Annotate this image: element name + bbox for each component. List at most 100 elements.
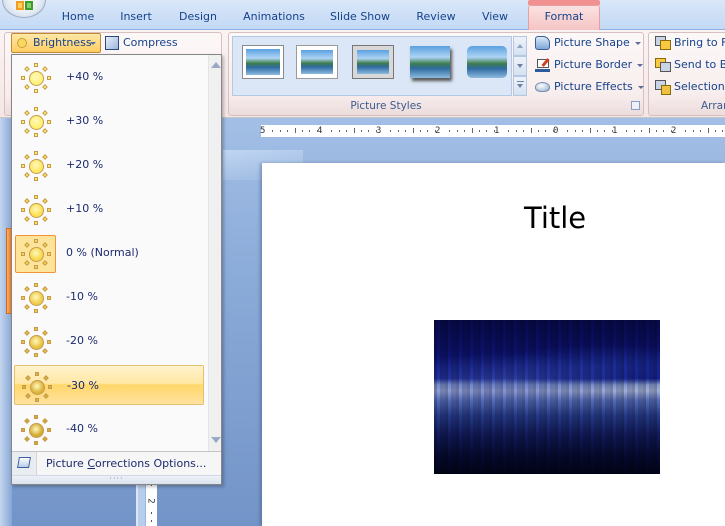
scroll-up-icon[interactable] (211, 62, 221, 68)
tab-view[interactable]: View (478, 8, 512, 30)
tab-home[interactable]: Home (58, 8, 98, 30)
brightness-option[interactable]: -20 % (14, 321, 204, 361)
picture-style-thumb[interactable] (467, 46, 507, 78)
ruler-tick (472, 128, 473, 133)
ruler-tick (280, 130, 281, 132)
ruler-tick (331, 130, 332, 132)
brightness-icon (17, 38, 27, 48)
office-logo-icon (16, 1, 34, 13)
brightness-option[interactable]: 0 % (Normal) (14, 233, 204, 273)
ribbon-tab-strip: Home Insert Design Animations Slide Show… (0, 0, 725, 30)
tab-format[interactable]: Format (528, 0, 600, 30)
compress-pictures-button[interactable]: Compress Pictures (104, 33, 220, 69)
brightness-option-label: +10 % (66, 202, 104, 215)
sun-icon (21, 239, 51, 269)
picture-shape-icon (535, 36, 550, 50)
ruler-tick (317, 130, 318, 132)
brightness-option[interactable]: +40 % (14, 57, 204, 97)
gallery-scroll-up-button[interactable] (513, 36, 527, 56)
ruler-tick (553, 130, 554, 132)
slide-title[interactable]: Title (524, 199, 586, 237)
tab-review[interactable]: Review (413, 8, 459, 30)
selection-pane-label: Selection Pane (674, 80, 725, 93)
send-to-back-label: Send to Back (674, 58, 725, 71)
chevron-down-icon (517, 64, 523, 68)
chevron-down-icon (634, 41, 641, 45)
office-button[interactable] (2, 0, 46, 18)
brightness-option-label: -40 % (66, 422, 98, 435)
sun-icon (21, 283, 51, 313)
chevron-down-icon (637, 63, 644, 67)
gallery-more-button[interactable] (513, 76, 527, 96)
ruler-tick (302, 130, 303, 132)
ruler-tick (368, 130, 369, 132)
send-to-back-icon (655, 58, 671, 72)
ruler-tick (494, 130, 495, 132)
sun-icon (21, 327, 51, 357)
brightness-option[interactable]: -10 % (14, 277, 204, 317)
picture-shape-button[interactable]: Picture Shape (533, 33, 641, 53)
ruler-tick (516, 130, 517, 132)
ruler-tick (671, 130, 672, 132)
ruler-tick (626, 130, 627, 132)
ruler-tick (390, 130, 391, 132)
brightness-option[interactable]: -30 % (14, 365, 204, 405)
ruler-tick (361, 130, 362, 132)
ruler-tick (523, 130, 524, 132)
compress-icon (105, 36, 119, 50)
tab-design[interactable]: Design (176, 8, 220, 30)
ruler-tick (634, 130, 635, 132)
menu-icon-column (12, 452, 37, 475)
sun-icon (21, 415, 51, 445)
ruler-tick (427, 130, 428, 132)
brightness-option-label: +30 % (66, 114, 104, 127)
brightness-options-list: +40 % +30 % +20 % +10 % 0 % (Normal) -10 % -20… (12, 55, 208, 451)
ruler-tick (641, 130, 642, 132)
selection-pane-button[interactable]: Selection Pane (653, 77, 725, 97)
resize-grip[interactable]: ···· (12, 475, 221, 484)
ruler-tick (339, 130, 340, 132)
ruler-tick (508, 130, 509, 132)
expand-gallery-icon (517, 84, 523, 88)
picture-effects-icon (535, 82, 550, 92)
brightness-option-label: 0 % (Normal) (66, 246, 139, 259)
picture-border-icon (535, 58, 550, 72)
ruler-tick (708, 128, 709, 133)
tab-animations[interactable]: Animations (240, 8, 308, 30)
picture-corrections-options-item[interactable]: Picture Corrections Options... (12, 451, 221, 475)
ruler-tick (604, 130, 605, 132)
picture-style-thumb[interactable] (242, 45, 284, 79)
brightness-option[interactable]: -40 % (14, 409, 204, 449)
ruler-tick (545, 130, 546, 132)
scroll-down-icon[interactable] (211, 437, 221, 443)
picture-border-button[interactable]: Picture Border (533, 55, 644, 75)
slide-picture[interactable] (434, 320, 660, 474)
tab-insert[interactable]: Insert (115, 8, 157, 30)
picture-corrections-icon (17, 457, 31, 468)
send-to-back-button[interactable]: Send to Back (653, 55, 725, 75)
gallery-scroll-down-button[interactable] (513, 56, 527, 76)
ruler-tick (486, 130, 487, 132)
picture-style-thumb[interactable] (410, 46, 450, 78)
chevron-down-icon (90, 42, 96, 45)
ruler-tick (656, 130, 657, 132)
tab-slide-show[interactable]: Slide Show (327, 8, 393, 30)
picture-styles-group-label: Picture Styles (350, 100, 422, 112)
brightness-option[interactable]: +10 % (14, 189, 204, 229)
picture-style-thumb[interactable] (352, 45, 394, 79)
picture-styles-dialog-launcher-icon[interactable] (631, 101, 640, 110)
brightness-label: Brightness (33, 36, 92, 49)
picture-effects-button[interactable]: Picture Effects (533, 77, 644, 97)
picture-style-thumb[interactable] (296, 45, 338, 79)
brightness-option[interactable]: +30 % (14, 101, 204, 141)
chevron-up-icon (517, 44, 523, 48)
bring-to-front-button[interactable]: Bring to Front (653, 33, 725, 53)
brightness-list-scrollbar[interactable] (208, 55, 221, 451)
brightness-button[interactable]: Brightness (11, 33, 101, 53)
brightness-option[interactable]: +20 % (14, 145, 204, 185)
ruler-label: 5 (260, 126, 266, 136)
ruler-tick (582, 130, 583, 132)
ruler-tick (700, 130, 701, 132)
ruler-tick (376, 130, 377, 132)
ruler-tick (457, 130, 458, 132)
